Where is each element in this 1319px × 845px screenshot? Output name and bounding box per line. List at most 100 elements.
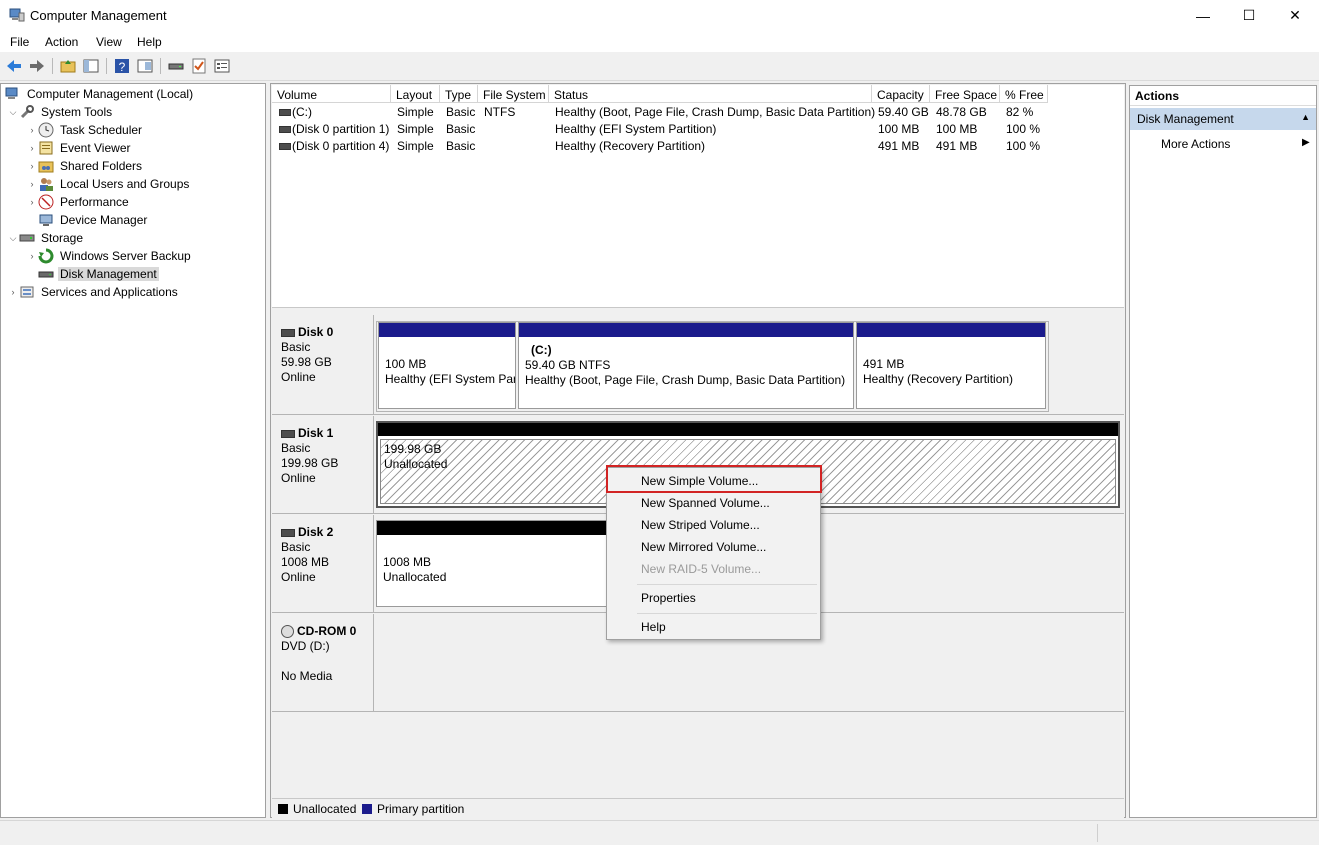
disk2-header[interactable]: Disk 2 Basic 1008 MB Online (272, 515, 374, 613)
forward-arrow-icon[interactable] (28, 57, 46, 75)
column-header-capacity[interactable]: Capacity (872, 85, 930, 103)
svg-text:?: ? (119, 60, 126, 74)
close-button[interactable]: ✕ (1272, 0, 1318, 31)
volume-list-cell[interactable]: (Disk 0 partition 4) (286, 139, 389, 153)
chevron-right-icon[interactable]: › (26, 143, 38, 153)
tools-icon (19, 104, 35, 120)
title-bar: Computer Management — ☐ ✕ (0, 0, 1319, 31)
disk1-header[interactable]: Disk 1 Basic 199.98 GB Online (272, 416, 374, 514)
up-folder-icon[interactable] (59, 57, 77, 75)
more-actions-label: More Actions (1161, 137, 1231, 151)
chevron-right-icon[interactable]: › (26, 161, 38, 171)
column-header-percent-free[interactable]: % Free (1000, 85, 1048, 103)
menu-separator (637, 613, 817, 614)
tree-item-local-users[interactable]: › Local Users and Groups (26, 175, 191, 193)
partition-size: 199.98 GB (384, 442, 442, 456)
actions-section-disk-management[interactable]: Disk Management ▲ (1130, 108, 1316, 130)
chevron-down-icon[interactable]: ⌵ (7, 107, 19, 118)
maximize-button[interactable]: ☐ (1226, 0, 1272, 31)
console-list-icon[interactable] (213, 57, 231, 75)
menu-item-properties[interactable]: Properties (641, 591, 696, 605)
volume-list-cell[interactable]: (C:) (286, 105, 312, 119)
volume-list-cell: 100 % (1006, 139, 1041, 153)
legend-label-primary: Primary partition (377, 802, 465, 816)
chevron-right-icon[interactable]: › (26, 251, 38, 261)
column-header-status[interactable]: Status (549, 85, 872, 103)
legend: Unallocated Primary partition (272, 798, 1124, 819)
show-hide-tree-icon[interactable] (82, 57, 100, 75)
minimize-button[interactable]: — (1180, 0, 1226, 31)
tree-label: Performance (60, 195, 129, 209)
tree-label: Shared Folders (60, 159, 143, 173)
disk-type: Basic (281, 540, 311, 554)
tree-item-event-viewer[interactable]: › Event Viewer (26, 139, 132, 157)
volume-list-cell: Basic (446, 139, 476, 153)
column-header-free-space[interactable]: Free Space (930, 85, 1000, 103)
properties-pane-icon[interactable] (136, 57, 154, 75)
disk-name: CD-ROM 0 (297, 624, 357, 638)
menu-bar: File Action View Help (0, 31, 1319, 52)
disk0-header[interactable]: Disk 0 Basic 59.98 GB Online (272, 315, 374, 415)
column-header-volume[interactable]: Volume (272, 85, 391, 103)
tree-item-system-tools[interactable]: ⌵ System Tools (7, 103, 114, 121)
actions-pane (1129, 85, 1317, 818)
checklist-icon[interactable] (190, 57, 208, 75)
tree-item-services-applications[interactable]: › Services and Applications (7, 283, 180, 301)
menu-item-new-spanned-volume[interactable]: New Spanned Volume... (641, 496, 770, 510)
volume-list-cell: Simple (397, 139, 434, 153)
partition-c[interactable]: (C:) 59.40 GB NTFS Healthy (Boot, Page F… (518, 322, 854, 409)
menu-action[interactable]: Action (45, 35, 78, 49)
tree-item-performance[interactable]: › Performance (26, 193, 131, 211)
help-icon[interactable]: ? (113, 57, 131, 75)
volume-list-cell[interactable]: (Disk 0 partition 1) (286, 122, 389, 136)
menu-item-new-striped-volume[interactable]: New Striped Volume... (641, 518, 760, 532)
column-header-layout[interactable]: Layout (391, 85, 440, 103)
legend-label-unallocated: Unallocated (293, 802, 357, 816)
partition-efi[interactable]: 100 MB Healthy (EFI System Par (378, 322, 516, 409)
tree-item-shared-folders[interactable]: › Shared Folders (26, 157, 144, 175)
partition-size: 59.40 GB NTFS (525, 358, 611, 372)
disk-type: Basic (281, 340, 311, 354)
back-arrow-icon[interactable] (5, 57, 23, 75)
chevron-right-icon[interactable]: › (26, 197, 38, 207)
partition-label: (C:) (531, 343, 552, 357)
chevron-right-icon[interactable]: › (7, 287, 19, 297)
partition-recovery[interactable]: 491 MB Healthy (Recovery Partition) (856, 322, 1046, 409)
tree-item-device-manager[interactable]: Device Manager (38, 211, 149, 229)
column-header-type[interactable]: Type (440, 85, 478, 103)
tree-label: Services and Applications (41, 285, 178, 299)
menu-item-new-raid5-volume: New RAID-5 Volume... (641, 562, 762, 576)
tree-item-windows-server-backup[interactable]: › Windows Server Backup (26, 247, 193, 265)
menu-help[interactable]: Help (137, 35, 162, 49)
disk-icon (281, 429, 295, 438)
menu-item-new-mirrored-volume[interactable]: New Mirrored Volume... (641, 540, 766, 554)
partition-unallocated-disk2[interactable]: 1008 MB Unallocated (376, 520, 612, 607)
disk-management-icon (38, 266, 54, 282)
tree-item-disk-management[interactable]: Disk Management (38, 265, 159, 283)
volume-list-cell: Simple (397, 105, 434, 119)
event-log-icon (38, 140, 54, 156)
column-header-file-system[interactable]: File System (478, 85, 549, 103)
more-actions-item[interactable]: More Actions (1161, 137, 1230, 151)
chevron-down-icon[interactable]: ⌵ (7, 233, 19, 244)
menu-file[interactable]: File (10, 35, 29, 49)
disk-state: Online (281, 570, 316, 584)
actions-section-label: Disk Management (1137, 112, 1234, 126)
cdrom0-header[interactable]: CD-ROM 0 DVD (D:) No Media (272, 614, 374, 712)
menu-item-help[interactable]: Help (641, 620, 666, 634)
disk-state: No Media (281, 669, 333, 683)
tree-label: Device Manager (60, 213, 148, 227)
collapse-up-icon[interactable]: ▲ (1301, 112, 1310, 122)
tree-item-task-scheduler[interactable]: › Task Scheduler (26, 121, 144, 139)
partition-status: Healthy (Boot, Page File, Crash Dump, Ba… (525, 373, 846, 387)
disk-name: Disk 2 (298, 525, 334, 539)
cd-icon (281, 625, 294, 638)
disk-icon[interactable] (167, 57, 185, 75)
tree-item-computer-management[interactable]: Computer Management (Local) (5, 85, 195, 103)
chevron-right-icon[interactable]: › (26, 125, 38, 135)
tree-label: Task Scheduler (60, 123, 143, 137)
chevron-right-icon[interactable]: › (26, 179, 38, 189)
menu-view[interactable]: View (96, 35, 122, 49)
legend-swatch-unallocated (278, 804, 288, 814)
tree-item-storage[interactable]: ⌵ Storage (7, 229, 85, 247)
